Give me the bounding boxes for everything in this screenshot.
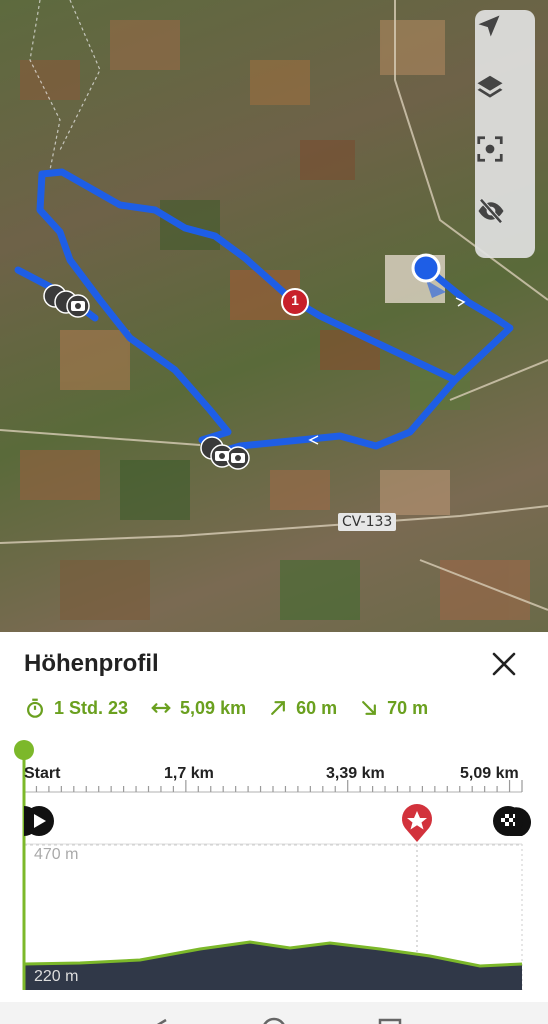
distance-value: 5,09 km: [180, 697, 247, 718]
ascent-value: 60 m: [296, 697, 338, 718]
distance-icon: [151, 703, 171, 713]
start-marker-icon: [24, 806, 54, 836]
map-canvas[interactable]: [0, 0, 548, 632]
locate-button[interactable]: [475, 12, 535, 70]
stats-row: 1 Std. 23 5,09 km 60 m 70 m: [24, 696, 450, 720]
elevation-area: [24, 942, 522, 990]
home-nav-icon[interactable]: [263, 1017, 285, 1024]
highlight-marker-icon: [402, 804, 432, 842]
ascent-icon: [271, 701, 286, 715]
recents-nav-icon[interactable]: [378, 1018, 402, 1024]
focus-icon: [477, 136, 503, 162]
axis-label-km2: 3,39 km: [326, 765, 385, 782]
layers-icon: [477, 75, 503, 98]
stat-distance: 5,09 km: [150, 697, 246, 719]
stat-duration: 1 Std. 23: [24, 697, 128, 719]
road-label: CV-133: [338, 513, 397, 531]
locate-icon: [478, 15, 500, 37]
focus-button[interactable]: [475, 134, 535, 192]
close-icon: [492, 652, 516, 676]
ruler-ticks: [23, 780, 523, 792]
back-nav-icon[interactable]: [156, 1018, 167, 1024]
map-view[interactable]: 1 CV-133: [0, 0, 548, 632]
axis-label-start: Start: [24, 765, 61, 782]
descent-icon: [362, 701, 377, 715]
hide-icon: [478, 198, 504, 224]
axis-label-km1: 1,7 km: [164, 765, 214, 782]
close-button[interactable]: [488, 648, 520, 680]
stopwatch-icon: [27, 698, 43, 718]
waypoint-number: 1: [291, 292, 299, 308]
stat-ascent: 60 m: [268, 698, 337, 719]
elevation-sheet: Höhenprofil 1 Std. 23 5,09 km 60 m 70 m: [0, 632, 548, 1024]
sheet-title: Höhenprofil: [24, 650, 159, 677]
map-controls: [475, 10, 535, 258]
hide-button[interactable]: [475, 196, 535, 254]
duration-value: 1 Std. 23: [54, 697, 129, 718]
layers-button[interactable]: [475, 72, 535, 130]
scrubber-handle[interactable]: [14, 740, 34, 760]
elevation-max-label: 470 m: [34, 846, 79, 863]
finish-marker-icon: [493, 806, 531, 836]
stat-descent: 70 m: [359, 698, 428, 719]
axis-label-km3: 5,09 km: [460, 765, 519, 782]
descent-value: 70 m: [387, 697, 429, 718]
elevation-min-label: 220 m: [34, 968, 79, 985]
system-nav-bar: [0, 1002, 548, 1024]
